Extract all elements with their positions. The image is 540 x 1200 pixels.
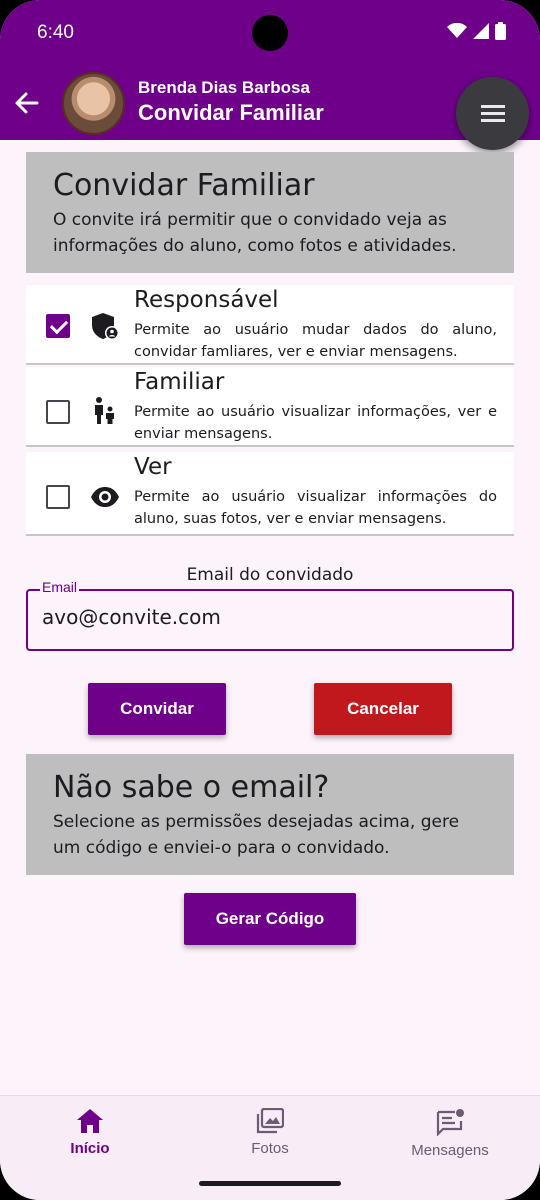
- permission-familiar[interactable]: Familiar Permite ao usuário visualizar i…: [26, 367, 514, 447]
- code-panel: Não sabe o email? Selecione as permissõe…: [26, 754, 514, 875]
- ver-checkbox[interactable]: [46, 485, 70, 509]
- camera-cutout: [252, 15, 288, 51]
- responsavel-checkbox[interactable]: [46, 314, 70, 338]
- code-title: Não sabe o email?: [53, 770, 330, 805]
- permission-title: Ver: [134, 454, 172, 480]
- permission-title: Familiar: [134, 369, 225, 395]
- email-input[interactable]: [42, 605, 492, 629]
- nav-inicio[interactable]: Início: [0, 1108, 180, 1157]
- photos-icon: [256, 1108, 284, 1134]
- signal-icon: [473, 23, 489, 39]
- message-notification-icon: [436, 1109, 464, 1136]
- phone-screen: 6:40 Brenda Dias Barbosa Convidar Famili…: [0, 0, 540, 1200]
- email-field[interactable]: Email: [26, 579, 514, 651]
- cancel-button[interactable]: Cancelar: [314, 683, 452, 735]
- email-label: Email: [40, 579, 80, 595]
- user-name: Brenda Dias Barbosa: [138, 78, 310, 97]
- intro-panel: Convidar Familiar O convite irá permitir…: [26, 152, 514, 273]
- eye-icon: [91, 487, 119, 507]
- intro-text: O convite irá permitir que o convidado v…: [53, 210, 457, 256]
- home-indicator: [199, 1181, 341, 1186]
- menu-icon: [480, 112, 505, 115]
- menu-button[interactable]: [456, 77, 529, 150]
- status-icons: [447, 22, 506, 40]
- permission-description: Permite ao usuário visualizar informaçõe…: [134, 404, 497, 442]
- permission-description: Permite ao usuário mudar dados do aluno,…: [134, 322, 497, 360]
- intro-title: Convidar Familiar: [53, 168, 315, 203]
- familiar-checkbox[interactable]: [46, 400, 70, 424]
- avatar: [62, 72, 125, 135]
- battery-icon: [495, 22, 506, 40]
- code-text: Selecione as permissões desejadas acima,…: [53, 812, 460, 858]
- permission-title: Responsável: [134, 287, 279, 313]
- nav-label: Início: [70, 1140, 110, 1157]
- shield-person-icon: [92, 313, 119, 340]
- invite-button[interactable]: Convidar: [88, 683, 226, 735]
- nav-mensagens[interactable]: Mensagens: [360, 1108, 540, 1159]
- family-icon: [95, 397, 114, 424]
- nav-fotos[interactable]: Fotos: [180, 1108, 360, 1157]
- permission-ver[interactable]: Ver Permite ao usuário visualizar inform…: [26, 452, 514, 536]
- page-title: Convidar Familiar: [138, 100, 324, 125]
- permission-responsavel[interactable]: Responsável Permite ao usuário mudar dad…: [26, 285, 514, 365]
- nav-label: Mensagens: [411, 1142, 489, 1159]
- permission-description: Permite ao usuário visualizar informaçõe…: [134, 489, 497, 527]
- home-icon: [77, 1109, 103, 1133]
- status-time: 6:40: [37, 22, 74, 43]
- wifi-icon: [447, 23, 467, 38]
- back-arrow-icon[interactable]: [12, 88, 42, 118]
- email-caption: Email do convidado: [186, 565, 354, 585]
- nav-label: Fotos: [251, 1140, 289, 1157]
- generate-code-button[interactable]: Gerar Código: [184, 893, 356, 945]
